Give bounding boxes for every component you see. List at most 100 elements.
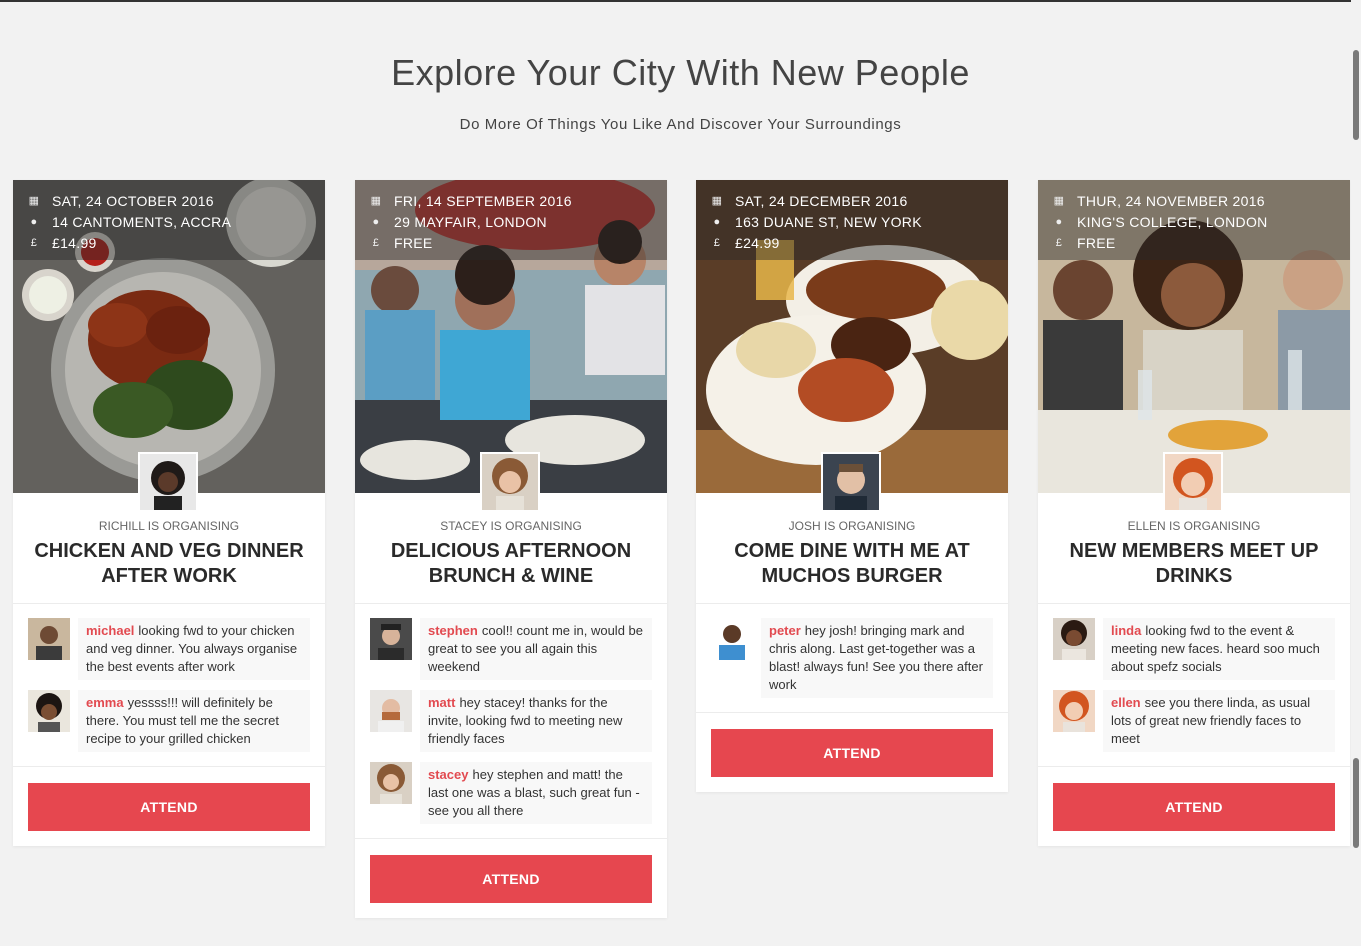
comment-text: hey josh! bringing mark and chris along.… [769,623,983,692]
attend-button[interactable]: ATTEND [28,783,310,831]
event-location: ● KING'S COLLEGE, LONDON [1053,211,1335,232]
event-card: ▦ SAT, 24 OCTOBER 2016 ● 14 CANTOMENTS, AC… [13,180,325,846]
map-pin-icon: ● [1055,215,1063,228]
organiser-avatar[interactable] [480,452,540,512]
event-location: ● 14 CANTOMENTS, ACCRA [28,211,310,232]
event-title: COME DINE WITH ME AT MUCHOS BURGER [734,540,970,587]
event-info-band: ▦ FRI, 14 SEPTEMBER 2016 ● 29 MAYFAIR, LON… [355,180,667,260]
event-card: ▦ FRI, 14 SEPTEMBER 2016 ● 29 MAYFAIR, LON… [355,180,667,918]
comment-body: matt hey stacey! thanks for the invite, l… [420,690,652,752]
map-pin-icon: ● [30,215,38,228]
commenter-avatar[interactable] [28,618,70,660]
comment-body: peter hey josh! bringing mark and chris a… [761,618,993,698]
divider [696,712,1008,713]
commenter-name[interactable]: linda [1111,623,1141,638]
comment: matt hey stacey! thanks for the invite, l… [370,690,652,752]
divider [1038,766,1350,767]
divider [13,766,325,767]
attend-button[interactable]: ATTEND [1053,783,1335,831]
event-price: £ FREE [370,232,652,253]
event-card: ▦ THUR, 24 NOVEMBER 2016 ● KING'S COLLEGE,… [1038,180,1350,846]
organiser-label: ELLEN IS ORGANISING [1127,519,1261,533]
calendar-icon: ▦ [711,195,723,207]
comment-body: linda looking fwd to the event & meeting … [1103,618,1335,680]
commenter-name[interactable]: stacey [428,767,468,782]
event-date: ▦ THUR, 24 NOVEMBER 2016 [1053,192,1265,209]
pound-icon: £ [713,236,721,249]
event-info-band: ▦ SAT, 24 DECEMBER 2016 ● 163 DUANE ST, NE… [696,180,1008,260]
commenter-avatar[interactable] [370,618,412,660]
event-photo: ▦ SAT, 24 DECEMBER 2016 ● 163 DUANE ST, NE… [696,180,1008,493]
event-date: ▦ SAT, 24 OCTOBER 2016 [28,192,214,209]
commenter-avatar[interactable] [711,618,753,660]
comment-body: michael looking fwd to your chicken and v… [78,618,310,680]
commenter-name[interactable]: stephen [428,623,478,638]
event-title: CHICKEN AND VEG DINNER AFTER WORK [34,540,304,587]
organiser-avatar[interactable] [138,452,198,512]
event-photo: ▦ SAT, 24 OCTOBER 2016 ● 14 CANTOMENTS, AC… [13,180,325,493]
comment: stephen cool!! count me in, would be grea… [370,618,652,680]
pound-icon: £ [1055,236,1063,249]
comment-list: stephen cool!! count me in, would be grea… [355,604,667,838]
comment: ellen see you there linda, as usual lots … [1053,690,1335,752]
comment: stacey hey stephen and matt! the last one… [370,762,652,824]
event-info-band: ▦ SAT, 24 OCTOBER 2016 ● 14 CANTOMENTS, AC… [13,180,325,260]
organiser-avatar[interactable] [821,452,881,512]
event-title: NEW MEMBERS MEET UP DRINKS [1069,540,1319,587]
event-location: ● 163 DUANE ST, NEW YORK [711,211,993,232]
comment-body: stacey hey stephen and matt! the last one… [420,762,652,824]
comment-body: ellen see you there linda, as usual lots … [1103,690,1335,752]
event-date: ▦ SAT, 24 DECEMBER 2016 [711,192,908,209]
comment: michael looking fwd to your chicken and v… [28,618,310,680]
commenter-name[interactable]: matt [428,695,455,710]
calendar-icon: ▦ [28,195,40,207]
commenter-avatar[interactable] [1053,618,1095,660]
commenter-avatar[interactable] [1053,690,1095,732]
comment-body: stephen cool!! count me in, would be grea… [420,618,652,680]
commenter-name[interactable]: michael [86,623,134,638]
event-photo: ▦ THUR, 24 NOVEMBER 2016 ● KING'S COLLEGE,… [1038,180,1350,493]
organiser-avatar[interactable] [1163,452,1223,512]
map-pin-icon: ● [372,215,380,228]
organiser-label: RICHILL IS ORGANISING [98,519,240,533]
event-card: ▦ SAT, 24 DECEMBER 2016 ● 163 DUANE ST, NE… [696,180,1008,792]
map-pin-icon: ● [713,215,721,228]
event-price: £ £24.99 [711,232,993,253]
commenter-avatar[interactable] [28,690,70,732]
commenter-name[interactable]: peter [769,623,801,638]
comment: linda looking fwd to the event & meeting … [1053,618,1335,680]
page-subtitle: Do More Of Things You Like And Discover … [459,116,902,133]
scrollbar-thumb[interactable] [1353,758,1359,848]
commenter-name[interactable]: emma [86,695,124,710]
comment-list: peter hey josh! bringing mark and chris a… [696,604,1008,712]
comment: emma yessss!!! will definitely be there. … [28,690,310,752]
commenter-avatar[interactable] [370,690,412,732]
top-border [0,0,1361,2]
comment-text: hey stacey! thanks for the invite, looki… [428,695,623,746]
comment-list: michael looking fwd to your chicken and v… [13,604,325,766]
comment: peter hey josh! bringing mark and chris a… [711,618,993,698]
attend-button[interactable]: ATTEND [370,855,652,903]
scrollbar-thumb[interactable] [1353,50,1359,140]
organiser-label: STACEY IS ORGANISING [440,519,582,533]
calendar-icon: ▦ [1053,195,1065,207]
comment-list: linda looking fwd to the event & meeting … [1038,604,1350,766]
pound-icon: £ [30,236,38,249]
commenter-name[interactable]: ellen [1111,695,1141,710]
divider [355,838,667,839]
attend-button[interactable]: ATTEND [711,729,993,777]
page-scrollbar[interactable] [1351,0,1361,946]
event-title: DELICIOUS AFTERNOON BRUNCH & WINE [390,540,632,587]
event-date: ▦ FRI, 14 SEPTEMBER 2016 [370,192,572,209]
event-location: ● 29 MAYFAIR, LONDON [370,211,652,232]
event-photo: ▦ FRI, 14 SEPTEMBER 2016 ● 29 MAYFAIR, LON… [355,180,667,493]
organiser-label: JOSH IS ORGANISING [788,519,916,533]
pound-icon: £ [372,236,380,249]
event-price: £ £14.99 [28,232,310,253]
event-info-band: ▦ THUR, 24 NOVEMBER 2016 ● KING'S COLLEGE,… [1038,180,1350,260]
commenter-avatar[interactable] [370,762,412,804]
calendar-icon: ▦ [370,195,382,207]
page-title: Explore Your City With New People [391,52,970,93]
event-price: £ FREE [1053,232,1335,253]
comment-body: emma yessss!!! will definitely be there. … [78,690,310,752]
